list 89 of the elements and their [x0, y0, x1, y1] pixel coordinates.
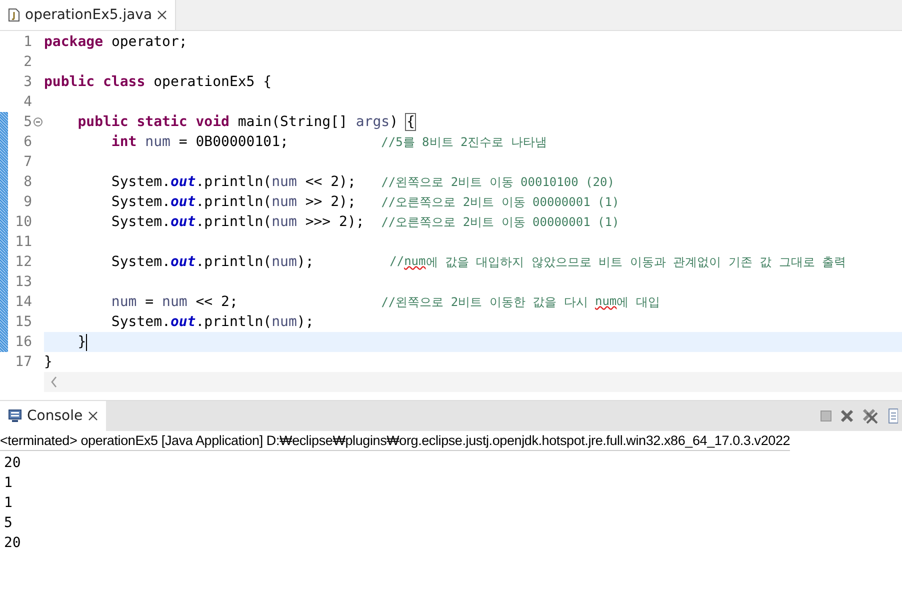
line-number: 4: [22, 94, 32, 110]
variable-name: num: [272, 174, 297, 190]
code-text: main(String[]: [236, 114, 348, 130]
line-number: 16: [14, 334, 32, 350]
field-name: out: [170, 174, 196, 190]
code-comment: //오른쪽으로 2비트 이동 00000001 (1): [381, 194, 620, 210]
code-text: System.: [110, 174, 170, 190]
line-number: 15: [14, 314, 32, 330]
code-text: operationEx5 {: [152, 74, 272, 90]
keyword: public static void: [76, 114, 230, 130]
code-comment: //5를 8비트 2진수로 나타냄: [381, 134, 547, 150]
code-text: .println(: [196, 214, 272, 230]
text-cursor: [86, 334, 88, 350]
keyword: package: [44, 34, 104, 50]
code-text: }: [44, 354, 52, 370]
code-text: << 2;: [194, 294, 239, 310]
remove-launch-button[interactable]: [840, 409, 854, 423]
monitor-icon: [8, 409, 22, 423]
variable-name: num: [272, 214, 297, 230]
code-comment: //왼쪽으로 2비트 이동한 값을 다시: [381, 294, 589, 310]
keyword: public class: [44, 74, 146, 90]
line-number: 14: [14, 294, 32, 310]
code-text: System.: [110, 194, 170, 210]
field-name: out: [170, 254, 196, 270]
line-number: 3: [22, 74, 32, 90]
line-number: 12: [14, 254, 32, 270]
code-text: =: [144, 294, 155, 310]
variable-name: num: [272, 194, 297, 210]
keyword: int: [110, 134, 137, 150]
field-name: out: [170, 314, 196, 330]
console-status: <terminated> operationEx5 [Java Application] D:₩eclipse₩plugins₩org.eclipse.justj.openjdk.hotspot.jre.full.win32.x86_64_17.0.3.v2022: [0, 431, 790, 451]
field-name: out: [170, 214, 196, 230]
line-number: 17: [14, 354, 32, 370]
code-comment: //오른쪽으로 2비트 이동 00000001 (1): [381, 214, 620, 230]
close-icon[interactable]: [88, 411, 98, 421]
line-number: 6: [22, 134, 32, 150]
line-number: 1: [22, 34, 32, 50]
file-tab[interactable]: operationEx5.java: [0, 0, 176, 30]
misspelled-word: num: [404, 254, 426, 270]
code-text: >>> 2);: [304, 214, 366, 230]
java-file-icon: [8, 8, 20, 22]
code-text: }: [76, 334, 86, 350]
line-number: 2: [22, 54, 32, 70]
variable-name: num: [272, 314, 297, 330]
line-number: 11: [14, 234, 32, 250]
line-number: 13: [14, 274, 32, 290]
code-text: << 2);: [304, 174, 357, 190]
console-output-line: 1: [4, 494, 14, 513]
code-text: = 0B00000101;: [178, 134, 290, 150]
code-text: System.: [110, 314, 170, 330]
field-name: out: [170, 194, 196, 210]
code-text: .println(: [196, 314, 272, 330]
code-text: .println(: [196, 194, 272, 210]
code-comment: 에 대입: [616, 294, 660, 310]
line-number: 7: [22, 154, 32, 170]
console-output-line: 1: [4, 474, 14, 493]
variable-name: args: [356, 114, 390, 130]
console-tab[interactable]: Console: [0, 401, 106, 431]
code-text: .println(: [196, 254, 272, 270]
document-icon[interactable]: [886, 408, 898, 424]
variable-name: num: [110, 294, 137, 310]
line-number: 9: [22, 194, 32, 210]
code-comment: //: [390, 254, 404, 270]
code-text: System.: [110, 214, 170, 230]
line-number: 10: [14, 214, 32, 230]
variable-name: num: [272, 254, 297, 270]
collapse-icon[interactable]: [33, 117, 43, 127]
code-comment: //왼쪽으로 2비트 이동 00010100 (20): [381, 174, 614, 190]
variable-name: num: [162, 294, 188, 310]
code-text: );: [296, 254, 315, 270]
console-output-line: 20: [4, 454, 22, 473]
misspelled-word: num: [594, 294, 617, 310]
line-number: 5: [22, 114, 32, 130]
remove-all-button[interactable]: [862, 408, 878, 424]
code-text: );: [296, 314, 314, 330]
variable-name: num: [144, 134, 170, 150]
code-text: .println(: [196, 174, 272, 190]
console-output-line: 5: [4, 514, 14, 533]
matched-bracket: {: [406, 114, 415, 130]
code-text: System.: [110, 254, 170, 270]
close-icon[interactable]: [157, 10, 168, 20]
console-output-line: 20: [4, 534, 22, 553]
code-text: ): [390, 114, 400, 130]
line-number: 8: [22, 174, 32, 190]
code-comment: 에 값을 대입하지 않았으므로 비트 이동과 관계없이 기존 값 그대로 출력: [426, 254, 846, 270]
horizontal-scrollbar[interactable]: [44, 372, 902, 392]
code-text: >> 2);: [304, 194, 357, 210]
code-text: operator;: [110, 34, 188, 50]
scroll-left-icon[interactable]: [50, 376, 58, 388]
